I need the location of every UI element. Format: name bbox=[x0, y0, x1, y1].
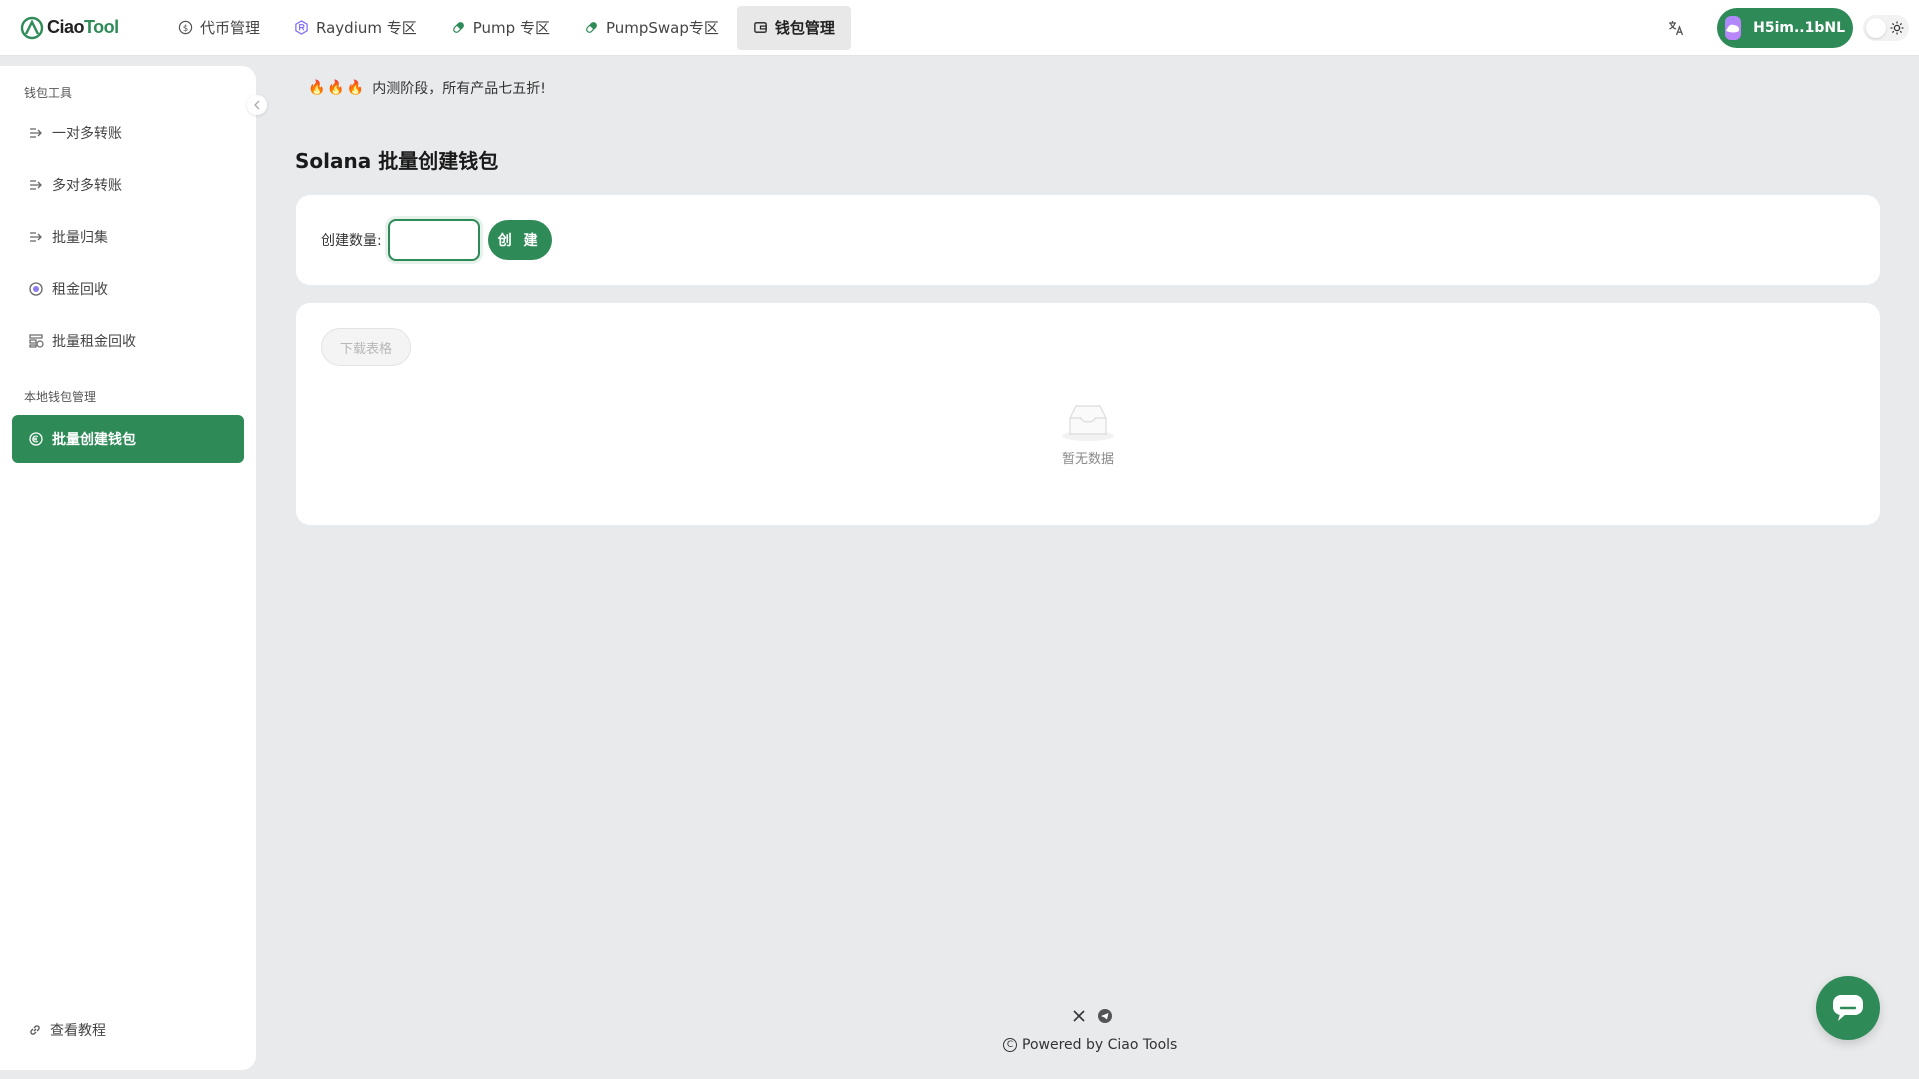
translate-icon bbox=[1669, 21, 1684, 36]
view-tutorial-link[interactable]: 查看教程 bbox=[28, 1020, 106, 1040]
copyright-icon: C bbox=[1003, 1038, 1017, 1052]
wallet-avatar-icon bbox=[1725, 16, 1742, 40]
notice-text: 内测阶段，所有产品七五折! bbox=[372, 81, 546, 97]
sidebar-collapse-button[interactable] bbox=[247, 95, 267, 115]
pill-icon bbox=[586, 22, 597, 33]
header-actions: H5im..1bNL bbox=[1661, 0, 1919, 56]
sun-icon bbox=[1890, 21, 1904, 35]
chat-bubble-icon bbox=[1833, 995, 1863, 1021]
footer-powered-by: C Powered by Ciao Tools bbox=[1003, 1037, 1177, 1053]
wallet-icon bbox=[754, 22, 767, 33]
top-navbar: CiaoTool $ 代币管理 Raydium 专区 Pump 专区 PumpS… bbox=[0, 0, 1919, 56]
sidebar-item-batch-rent-recovery[interactable]: 批量租金回收 bbox=[12, 317, 244, 365]
wallet-connect-button[interactable]: H5im..1bNL bbox=[1717, 8, 1853, 48]
nav-raydium[interactable]: Raydium 专区 bbox=[278, 6, 433, 50]
sidebar-item-many-to-many-transfer[interactable]: 多对多转账 bbox=[12, 161, 244, 209]
empty-state: 暂无数据 bbox=[296, 398, 1880, 467]
wallet-address: H5im..1bNL bbox=[1753, 20, 1845, 36]
nav-token-management[interactable]: $ 代币管理 bbox=[162, 6, 276, 50]
download-table-button[interactable]: 下载表格 bbox=[321, 328, 411, 366]
results-card: 下载表格 暂无数据 bbox=[296, 303, 1880, 525]
chat-support-button[interactable] bbox=[1816, 976, 1880, 1040]
sidebar-item-rent-recovery[interactable]: 租金回收 bbox=[12, 265, 244, 313]
telegram-icon[interactable] bbox=[1096, 1007, 1114, 1025]
sidebar-item-one-to-many-transfer[interactable]: 一对多转账 bbox=[12, 109, 244, 157]
toggle-knob bbox=[1866, 18, 1886, 38]
sidebar-section-local-wallet: 本地钱包管理 bbox=[24, 390, 97, 404]
pill-icon bbox=[452, 22, 464, 33]
create-button[interactable]: 创 建 bbox=[487, 220, 552, 260]
quantity-label: 创建数量: bbox=[321, 233, 382, 249]
transfer-icon bbox=[30, 180, 42, 190]
theme-toggle[interactable] bbox=[1863, 15, 1909, 41]
dollar-circle-icon: $ bbox=[178, 20, 193, 35]
raydium-icon bbox=[295, 20, 308, 35]
sidebar: 钱包工具 一对多转账 多对多转账 批量归集 租金回收 批量租金回收 本地钱包管理… bbox=[0, 66, 256, 1070]
link-icon bbox=[30, 1025, 40, 1035]
quantity-input[interactable] bbox=[387, 219, 480, 261]
transfer-icon bbox=[30, 128, 42, 138]
empty-text: 暂无数据 bbox=[1061, 452, 1114, 467]
logo-icon bbox=[20, 16, 44, 39]
ciaotool-logo[interactable]: CiaoTool bbox=[20, 12, 130, 44]
chevron-left-icon bbox=[254, 100, 260, 110]
collect-icon bbox=[30, 232, 42, 242]
nav-wallet-management[interactable]: 钱包管理 bbox=[736, 5, 851, 50]
promo-notice: 🔥🔥🔥 内测阶段，所有产品七五折! bbox=[308, 78, 546, 98]
create-form-card: 创建数量: 创 建 bbox=[296, 195, 1880, 285]
logo-text: CiaoTool bbox=[47, 17, 119, 37]
sidebar-section-wallet-tools: 钱包工具 bbox=[24, 86, 73, 100]
main-nav: $ 代币管理 Raydium 专区 Pump 专区 PumpSwap专区 钱包管… bbox=[162, 0, 853, 56]
social-links bbox=[1066, 1007, 1118, 1025]
wallet-circle-icon bbox=[29, 432, 43, 446]
batch-coin-icon bbox=[29, 334, 44, 348]
page-title: Solana 批量创建钱包 bbox=[295, 149, 499, 173]
x-twitter-icon[interactable] bbox=[1070, 1007, 1088, 1025]
svg-text:$: $ bbox=[183, 23, 188, 33]
empty-inbox-icon bbox=[1062, 405, 1114, 441]
sidebar-item-batch-collect[interactable]: 批量归集 bbox=[12, 213, 244, 261]
fire-icons: 🔥🔥🔥 bbox=[308, 80, 367, 96]
language-button[interactable] bbox=[1661, 13, 1691, 43]
nav-pump[interactable]: Pump 专区 bbox=[435, 6, 566, 50]
sidebar-item-batch-create-wallet[interactable]: 批量创建钱包 bbox=[12, 415, 244, 463]
coin-icon bbox=[29, 282, 43, 296]
nav-pumpswap[interactable]: PumpSwap专区 bbox=[568, 6, 735, 50]
